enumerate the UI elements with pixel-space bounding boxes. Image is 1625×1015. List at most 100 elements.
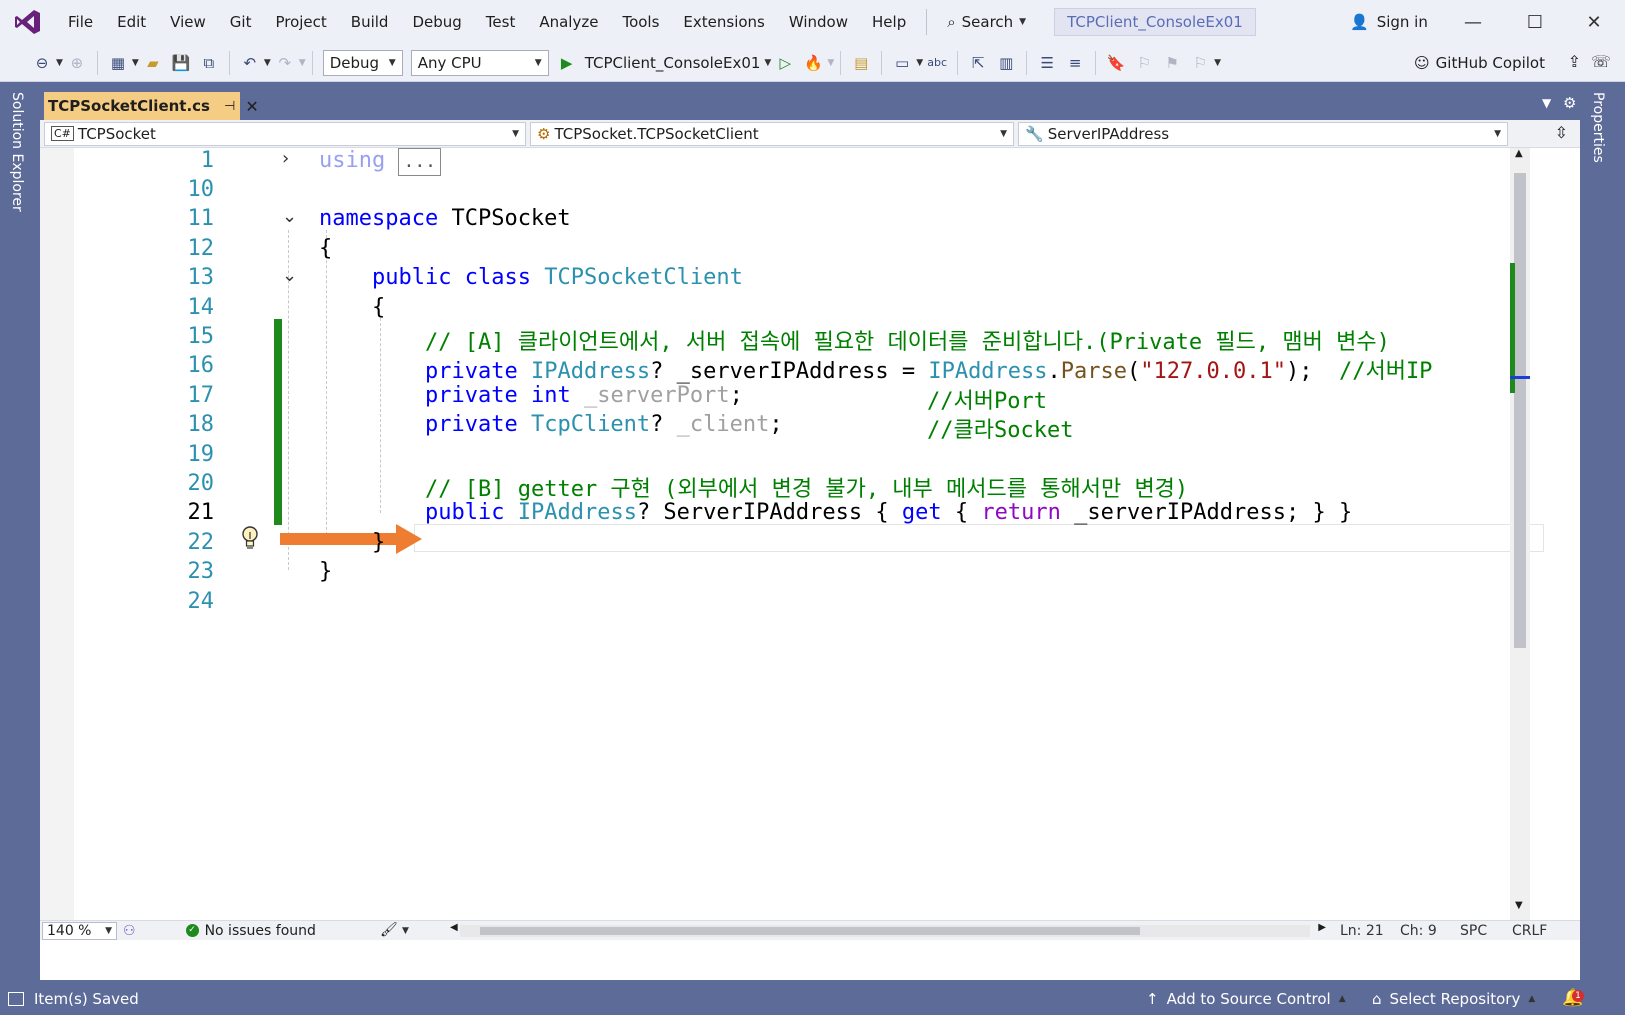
- type-dropdown[interactable]: ⚙ TCPSocket.TCPSocketClient ▼: [530, 121, 1014, 146]
- undo-dropdown-icon[interactable]: ▼: [264, 58, 271, 68]
- line-number-current: 21: [187, 500, 215, 525]
- next-bookmark-icon[interactable]: ⚑: [1160, 51, 1184, 75]
- comment-lines-icon[interactable]: ☰: [1035, 51, 1059, 75]
- startup-project-label[interactable]: TCPClient_ConsoleEx01: [585, 54, 761, 72]
- issues-indicator[interactable]: ✓ No issues found: [185, 923, 316, 939]
- scroll-up-icon[interactable]: ▲: [1515, 148, 1523, 159]
- menu-build[interactable]: Build: [339, 0, 401, 44]
- open-folder-icon[interactable]: ▰: [141, 51, 165, 75]
- code-text-area[interactable]: 1 10 11 12 13 14 15 16 17 18 19 20 21 22…: [74, 148, 1554, 938]
- back-icon[interactable]: ⊖: [30, 51, 54, 75]
- save-all-icon[interactable]: ⧉: [197, 51, 221, 75]
- tab-list-dropdown-icon[interactable]: ▼: [1542, 96, 1551, 110]
- menu-tools[interactable]: Tools: [610, 0, 671, 44]
- menu-file[interactable]: File: [56, 0, 105, 44]
- project-dropdown[interactable]: C# TCPSocket ▼: [44, 121, 526, 146]
- pin-icon[interactable]: ⊣: [224, 99, 235, 114]
- parameter-info-icon[interactable]: ▥: [994, 51, 1018, 75]
- uncomment-lines-icon[interactable]: ≡: [1063, 51, 1087, 75]
- lightbulb-icon[interactable]: [240, 524, 260, 552]
- minimize-button[interactable]: —: [1444, 0, 1502, 44]
- configuration-select[interactable]: Debug ▼: [322, 49, 403, 76]
- layout-dropdown-icon[interactable]: ▼: [916, 58, 923, 68]
- hot-reload-dropdown-icon[interactable]: ▼: [827, 58, 834, 68]
- feedback-icon[interactable]: ☏: [1591, 52, 1611, 71]
- vertical-scroll-thumb[interactable]: [1514, 173, 1526, 648]
- type-name: IPAddress: [517, 359, 651, 384]
- spell-check-icon[interactable]: abc: [925, 51, 949, 75]
- menu-test[interactable]: Test: [474, 0, 528, 44]
- toolbar-overflow-icon[interactable]: ▼: [1214, 58, 1221, 68]
- line-ending-indicator[interactable]: CRLF: [1512, 923, 1547, 939]
- sign-in-button[interactable]: 👤 Sign in: [1350, 0, 1428, 44]
- menu-edit[interactable]: Edit: [105, 0, 158, 44]
- add-to-source-control-button[interactable]: ↑ Add to Source Control ▲: [1146, 982, 1346, 1015]
- redo-icon[interactable]: ↷: [273, 51, 297, 75]
- menu-analyze[interactable]: Analyze: [527, 0, 610, 44]
- menu-window[interactable]: Window: [777, 0, 860, 44]
- save-icon[interactable]: 💾: [169, 51, 193, 75]
- menu-debug[interactable]: Debug: [400, 0, 473, 44]
- code-text: ? _serverIPAddress =: [650, 359, 929, 384]
- scroll-right-icon[interactable]: ▶: [1318, 922, 1326, 933]
- github-copilot-button[interactable]: ☺ GitHub Copilot: [1414, 44, 1545, 82]
- properties-tab[interactable]: Properties: [1590, 92, 1606, 163]
- code-cleanup-icon[interactable]: 🖌: [380, 922, 398, 938]
- share-icon[interactable]: ⇪: [1568, 52, 1581, 71]
- collapsed-using-keyword: using: [319, 148, 386, 173]
- startup-dropdown-icon[interactable]: ▼: [764, 58, 771, 68]
- menu-view[interactable]: View: [158, 0, 218, 44]
- scroll-left-icon[interactable]: ◀: [450, 922, 458, 933]
- line-indicator[interactable]: Ln: 21: [1340, 923, 1384, 939]
- hot-reload-icon[interactable]: 🔥: [801, 51, 825, 75]
- scroll-down-icon[interactable]: ▼: [1515, 900, 1523, 911]
- start-without-debugging-icon[interactable]: ▷: [773, 51, 797, 75]
- clear-bookmarks-icon[interactable]: ⚐: [1188, 51, 1212, 75]
- bookmark-icon[interactable]: 🔖: [1104, 51, 1128, 75]
- chevron-down-icon: ▼: [534, 57, 542, 68]
- expand-outline-icon[interactable]: ›: [282, 148, 289, 169]
- new-dropdown-icon[interactable]: ▼: [132, 58, 139, 68]
- vertical-scrollbar[interactable]: ▲ ▼: [1510, 148, 1530, 938]
- horizontal-scrollbar[interactable]: ◀ ▶: [450, 922, 1326, 937]
- menu-help[interactable]: Help: [860, 0, 918, 44]
- whitespace-indicator[interactable]: SPC: [1460, 923, 1487, 939]
- char-indicator[interactable]: Ch: 9: [1400, 923, 1437, 939]
- solution-explorer-tab[interactable]: Solution Explorer: [9, 92, 25, 212]
- previous-bookmark-icon[interactable]: ⚐: [1132, 51, 1156, 75]
- search-button[interactable]: ⌕ Search ▼: [935, 13, 1038, 31]
- configuration-value: Debug: [329, 53, 380, 72]
- collapsed-region-placeholder[interactable]: ...: [398, 148, 441, 176]
- member-dropdown[interactable]: 🔧 ServerIPAddress ▼: [1018, 121, 1508, 146]
- code-text: ?: [650, 412, 664, 437]
- line-number: 19: [187, 442, 215, 467]
- code-cleanup-dropdown-icon[interactable]: ▼: [402, 926, 409, 936]
- browse-folder-icon[interactable]: ▤: [849, 51, 873, 75]
- forward-icon[interactable]: ⊕: [65, 51, 89, 75]
- output-window-icon[interactable]: [8, 991, 24, 1006]
- menu-extensions[interactable]: Extensions: [671, 0, 776, 44]
- undo-icon[interactable]: ↶: [238, 51, 262, 75]
- new-project-icon[interactable]: ▦: [106, 51, 130, 75]
- menu-git[interactable]: Git: [218, 0, 264, 44]
- select-repository-button[interactable]: ⌂ Select Repository ▲: [1372, 982, 1535, 1015]
- maximize-button[interactable]: ☐: [1506, 0, 1564, 44]
- redo-dropdown-icon[interactable]: ▼: [299, 58, 306, 68]
- menu-project[interactable]: Project: [263, 0, 338, 44]
- gear-icon[interactable]: ⚙: [1563, 94, 1576, 112]
- document-tab[interactable]: TCPSocketClient.cs ⊣ ✕: [44, 92, 259, 120]
- layout-icon[interactable]: ▭: [890, 51, 914, 75]
- quick-info-icon[interactable]: ⇱: [966, 51, 990, 75]
- collapse-outline-icon[interactable]: ⌄: [282, 265, 297, 286]
- zoom-select[interactable]: 140 % ▼: [42, 921, 117, 940]
- line-number: 18: [187, 412, 215, 437]
- back-dropdown-icon[interactable]: ▼: [56, 58, 63, 68]
- close-window-button[interactable]: ✕: [1565, 0, 1623, 44]
- horizontal-scroll-thumb[interactable]: [480, 927, 1140, 935]
- platform-select[interactable]: Any CPU ▼: [410, 49, 549, 76]
- collapse-outline-icon[interactable]: ⌄: [282, 206, 297, 227]
- intellicode-icon[interactable]: ⚇: [123, 923, 136, 939]
- split-window-icon[interactable]: ⇳: [1555, 123, 1568, 142]
- close-tab-icon[interactable]: ✕: [245, 97, 258, 116]
- start-debugging-icon[interactable]: ▶: [555, 51, 579, 75]
